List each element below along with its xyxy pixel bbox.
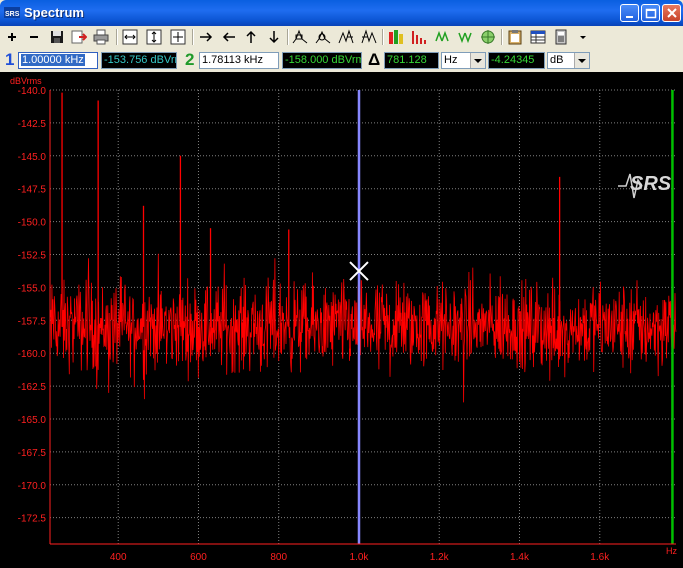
axes: 400 600 800 1.0k 1.2k 1.4k 1.6k -140.0 -142.5 -14… bbox=[10, 76, 677, 563]
delta-level-unit: dB bbox=[550, 54, 564, 66]
save-icon[interactable] bbox=[48, 28, 66, 46]
delta-level-display: -4.24345 bbox=[488, 52, 545, 69]
spectrum-chart[interactable]: SRS 400 600 800 1.0k 1.2k 1.4k 1.6k -140.0 -142.… bbox=[0, 72, 683, 568]
clipboard-icon[interactable] bbox=[506, 28, 524, 46]
peak-next-icon[interactable] bbox=[337, 28, 355, 46]
marker-readout-bar: 1 1.00000 kHz -153.756 dBVrms 2 1.78113 … bbox=[0, 48, 683, 72]
y-tick-label: -145.0 bbox=[18, 152, 47, 163]
delta-symbol: Δ bbox=[368, 50, 381, 69]
calculator-icon[interactable] bbox=[552, 28, 570, 46]
x-tick-label: 1.4k bbox=[510, 552, 530, 563]
export-icon[interactable] bbox=[70, 28, 88, 46]
fit-horizontal-icon[interactable] bbox=[121, 28, 139, 46]
marker-bars-icon[interactable] bbox=[387, 28, 405, 46]
peak-find-2-icon[interactable] bbox=[314, 28, 332, 46]
fit-vertical-icon[interactable] bbox=[145, 28, 163, 46]
spectrum-plot[interactable]: SRS 400 600 800 1.0k 1.2k 1.4k 1.6k -140.0 -142.… bbox=[0, 72, 683, 568]
x-tick-label: 1.2k bbox=[430, 552, 450, 563]
chevron-down-icon[interactable] bbox=[574, 53, 589, 68]
x-tick-label: 1.0k bbox=[350, 552, 370, 563]
delta-frequency-display: 781.128 bbox=[384, 52, 439, 69]
delta-frequency-unit: Hz bbox=[444, 54, 458, 66]
arrow-down-icon[interactable] bbox=[265, 28, 283, 46]
print-icon[interactable] bbox=[92, 28, 110, 46]
close-button[interactable] bbox=[662, 4, 681, 22]
y-axis-label: dBVrms bbox=[10, 76, 42, 86]
window-title: Spectrum bbox=[24, 5, 84, 20]
peak-find-icon[interactable] bbox=[291, 28, 309, 46]
y-tick-label: -172.5 bbox=[18, 514, 47, 525]
fit-both-icon[interactable] bbox=[169, 28, 187, 46]
marker1-level-display: -153.756 dBVrms bbox=[101, 52, 177, 69]
y-tick-label: -150.0 bbox=[18, 218, 47, 229]
svg-text:SRS: SRS bbox=[5, 11, 20, 18]
x-tick-label: 1.6k bbox=[590, 552, 610, 563]
remove-marker-icon[interactable] bbox=[26, 28, 44, 46]
y-tick-label: -165.0 bbox=[18, 415, 47, 426]
delta-frequency-unit-select[interactable]: Hz bbox=[441, 52, 486, 69]
marker1-frequency-value: 1.00000 kHz bbox=[21, 54, 85, 66]
app-logo-icon: SRS bbox=[4, 5, 20, 20]
peak-markers-icon[interactable] bbox=[433, 28, 451, 46]
target-icon[interactable] bbox=[479, 28, 497, 46]
y-tick-label: -147.5 bbox=[18, 185, 47, 196]
arrow-up-icon[interactable] bbox=[242, 28, 260, 46]
valley-markers-icon[interactable] bbox=[456, 28, 474, 46]
spectrum-trace bbox=[49, 92, 677, 403]
y-tick-label: -155.0 bbox=[18, 283, 47, 294]
harmonic-icon[interactable] bbox=[410, 28, 428, 46]
chevron-down-icon[interactable] bbox=[470, 53, 485, 68]
y-tick-label: -140.0 bbox=[18, 86, 47, 97]
x-axis-label: Hz bbox=[666, 546, 677, 556]
marker2-frequency-input[interactable]: 1.78113 kHz bbox=[199, 52, 279, 69]
y-tick-label: -162.5 bbox=[18, 382, 47, 393]
delta-level-unit-select[interactable]: dB bbox=[547, 52, 590, 69]
srs-watermark-logo: SRS bbox=[618, 173, 672, 199]
spectrum-window: SRS Spectrum 1 1.00000 kHz -153.756 dBVr… bbox=[0, 0, 683, 568]
y-tick-label: -142.5 bbox=[18, 119, 47, 130]
table-icon[interactable] bbox=[529, 28, 547, 46]
marker2-number: 2 bbox=[185, 50, 195, 69]
y-tick-label: -170.0 bbox=[18, 481, 47, 492]
y-tick-label: -152.5 bbox=[18, 250, 47, 261]
title-bar[interactable]: SRS Spectrum bbox=[0, 0, 683, 26]
marker1-frequency-input[interactable]: 1.00000 kHz bbox=[18, 52, 98, 69]
arrow-right-icon[interactable] bbox=[197, 28, 215, 46]
peak-prev-icon[interactable] bbox=[360, 28, 378, 46]
minimize-button[interactable] bbox=[620, 4, 639, 22]
y-tick-label: -167.5 bbox=[18, 448, 47, 459]
svg-text:SRS: SRS bbox=[630, 173, 672, 195]
x-tick-label: 800 bbox=[270, 552, 287, 563]
y-tick-label: -160.0 bbox=[18, 349, 47, 360]
dropdown-icon[interactable] bbox=[574, 28, 592, 46]
arrow-left-icon[interactable] bbox=[220, 28, 238, 46]
add-marker-icon[interactable] bbox=[4, 28, 22, 46]
y-tick-label: -157.5 bbox=[18, 316, 47, 327]
marker2-level-display: -158.000 dBVrms bbox=[282, 52, 362, 69]
x-tick-label: 600 bbox=[190, 552, 207, 563]
toolbar bbox=[0, 26, 683, 49]
maximize-button[interactable] bbox=[641, 4, 660, 22]
x-tick-label: 400 bbox=[110, 552, 127, 563]
marker1-number: 1 bbox=[5, 50, 15, 69]
